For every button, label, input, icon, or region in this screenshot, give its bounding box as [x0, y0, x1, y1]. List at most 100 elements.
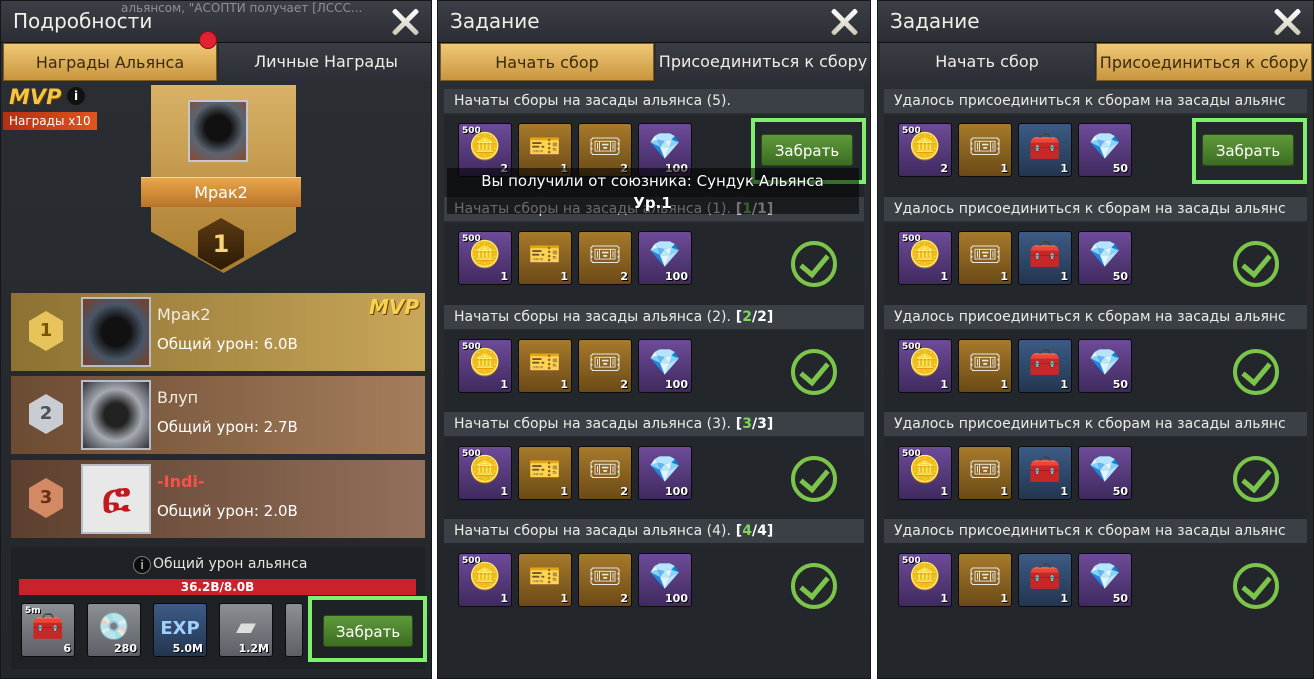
- item-qty: 1: [1060, 485, 1068, 498]
- close-icon[interactable]: [828, 5, 860, 37]
- reward-item[interactable]: 🧰 1: [1018, 123, 1072, 177]
- reward-item[interactable]: 🧰 1: [1018, 231, 1072, 285]
- silver-medal-icon: 2: [29, 394, 63, 434]
- task-title: Начаты сборы на засады альянса (2). [2/2…: [444, 305, 864, 329]
- reward-item[interactable]: 500 🪙 1: [458, 231, 512, 285]
- check-icon: [791, 349, 837, 395]
- task-progress-done: 4: [742, 523, 752, 539]
- task-title: Начаты сборы на засады альянса (4). [4/4…: [444, 519, 864, 543]
- item-qty: 100: [665, 270, 688, 283]
- reward-item[interactable]: 500 🪙 1: [898, 553, 952, 607]
- tab-join-rally[interactable]: Присоединиться к сбору: [656, 43, 870, 81]
- close-icon[interactable]: [389, 5, 421, 37]
- item-qty: 1: [1060, 162, 1068, 175]
- reward-item[interactable]: 💎 50: [1078, 231, 1132, 285]
- panel-title: Задание: [450, 9, 540, 33]
- notification-dot: [199, 31, 217, 49]
- diamond-icon: 💎: [648, 132, 682, 162]
- reward-item[interactable]: 🎫1: [518, 339, 572, 393]
- item-qty: 1: [500, 378, 508, 391]
- reward-item[interactable]: 500🪙2: [898, 123, 952, 177]
- ticket-icon: 🎟: [588, 240, 622, 270]
- ticket-icon: 🎟: [968, 562, 1002, 592]
- avatar[interactable]: [81, 297, 151, 367]
- tab-start-rally[interactable]: Начать сбор: [440, 43, 654, 81]
- reward-item[interactable]: EXP 5.0M: [153, 603, 207, 657]
- task-title: Удалось присоединиться к сборам на засад…: [884, 89, 1307, 113]
- check-icon: [791, 563, 837, 609]
- item-qty: 1: [500, 485, 508, 498]
- reward-item[interactable]: 500 🪙 1: [458, 553, 512, 607]
- diamond-icon: 💎: [648, 240, 682, 270]
- coin-icon: 🪙: [468, 240, 502, 270]
- reward-item[interactable]: 💎100: [638, 339, 692, 393]
- reward-item[interactable]: 5m 🧰 6: [21, 603, 75, 657]
- diamond-icon: 💎: [648, 562, 682, 592]
- item-qty: 2: [620, 592, 628, 605]
- item-qty: 50: [1112, 592, 1128, 605]
- reward-item[interactable]: 💿 280: [87, 603, 141, 657]
- item-qty: 1: [1000, 162, 1008, 175]
- coin-icon: 🪙: [908, 562, 942, 592]
- reward-item[interactable]: 🎟2: [578, 231, 632, 285]
- item-qty: 2: [940, 162, 948, 175]
- reward-item[interactable]: 🎟 1: [958, 339, 1012, 393]
- avatar[interactable]: [81, 380, 151, 450]
- reward-item[interactable]: 🧰 1: [1018, 446, 1072, 500]
- item-qty: 1: [1060, 378, 1068, 391]
- reward-item-partial[interactable]: [285, 603, 303, 657]
- reward-item[interactable]: 🎫1: [518, 446, 572, 500]
- reward-item[interactable]: ▰ 1.2M: [219, 603, 273, 657]
- player-name: Мрак2: [157, 305, 211, 324]
- ranking-row[interactable]: 1 Мрак2 Общий урон: 6.0B MVP: [11, 293, 425, 371]
- chest-icon: 🧰: [1028, 132, 1062, 162]
- reward-item[interactable]: 🧰 1: [1018, 339, 1072, 393]
- mvp-label: MVP: [9, 85, 62, 109]
- tab-alliance-rewards[interactable]: Награды Альянса: [3, 43, 217, 81]
- info-icon[interactable]: i: [133, 556, 151, 574]
- item-qty: 2: [620, 378, 628, 391]
- task-progress-total: 3: [757, 416, 767, 432]
- reward-item[interactable]: 🎟2: [578, 339, 632, 393]
- reward-item[interactable]: 🎟2: [578, 446, 632, 500]
- reward-item[interactable]: 500 🪙 1: [898, 339, 952, 393]
- reward-item[interactable]: 500 🪙 1: [458, 339, 512, 393]
- close-icon[interactable]: [1271, 5, 1303, 37]
- reward-item[interactable]: 500 🪙 1: [898, 446, 952, 500]
- diamond-icon: 💎: [648, 348, 682, 378]
- reward-item[interactable]: 💎 50: [1078, 123, 1132, 177]
- avatar[interactable]: ፎ: [81, 464, 151, 534]
- tab-personal-rewards[interactable]: Личные Награды: [219, 43, 431, 81]
- item-qty: 1: [560, 592, 568, 605]
- task-title: Начаты сборы на засады альянса (3). [3/3…: [444, 412, 864, 436]
- reward-item[interactable]: 500 🪙 1: [898, 231, 952, 285]
- diamond-icon: 💎: [1088, 132, 1122, 162]
- reward-item[interactable]: 💎 50: [1078, 553, 1132, 607]
- reward-item[interactable]: 🎟 1: [958, 123, 1012, 177]
- reward-item[interactable]: 💎100: [638, 446, 692, 500]
- reward-item[interactable]: 🧰 1: [1018, 553, 1072, 607]
- reward-item[interactable]: 🎟 1: [958, 446, 1012, 500]
- chest-icon: 🧰: [31, 612, 65, 642]
- reward-item[interactable]: 💎100: [638, 553, 692, 607]
- ranking-row[interactable]: 3 ፎ -Indi- Общий урон: 2.0B: [11, 460, 425, 538]
- reward-item[interactable]: 🎟2: [578, 553, 632, 607]
- ticket-icon: 🎟: [588, 132, 622, 162]
- check-icon: [791, 456, 837, 502]
- tab-join-rally[interactable]: Присоединиться к сбору: [1096, 43, 1312, 81]
- reward-item[interactable]: 🎫1: [518, 553, 572, 607]
- toast-message: Вы получили от союзника: Сундук Альянса …: [450, 170, 855, 214]
- ranking-row[interactable]: 2 Влуп Общий урон: 2.7B: [11, 376, 425, 454]
- info-icon[interactable]: i: [67, 87, 85, 105]
- tab-start-rally[interactable]: Начать сбор: [880, 43, 1094, 81]
- mvp-avatar[interactable]: [188, 100, 248, 162]
- reward-item[interactable]: 💎100: [638, 231, 692, 285]
- task-progress-total: 2: [757, 309, 767, 325]
- item-qty: 1: [940, 485, 948, 498]
- reward-item[interactable]: 🎟 1: [958, 553, 1012, 607]
- reward-item[interactable]: 500 🪙 1: [458, 446, 512, 500]
- reward-item[interactable]: 🎫1: [518, 231, 572, 285]
- reward-item[interactable]: 🎟 1: [958, 231, 1012, 285]
- reward-item[interactable]: 💎 50: [1078, 446, 1132, 500]
- reward-item[interactable]: 💎 50: [1078, 339, 1132, 393]
